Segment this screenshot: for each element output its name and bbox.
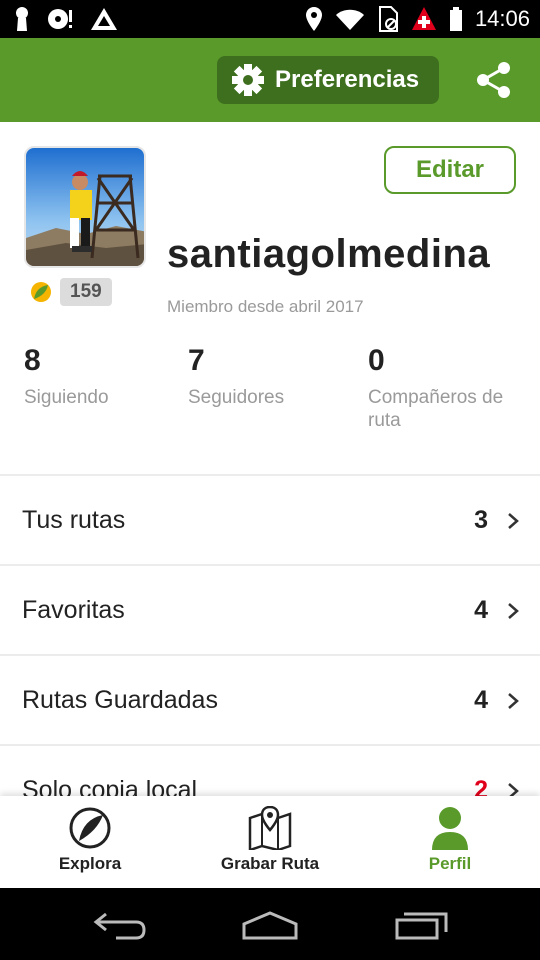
list-item-label: Tus rutas [22,506,126,534]
mountain-logo-icon [91,8,117,30]
clock-time: 14:06 [474,6,530,31]
username: santiagolmedina [167,232,491,276]
chevron-right-icon [508,693,519,709]
list-item-count: 3 [474,506,488,534]
stat-companions[interactable]: 0 Compañeros de ruta [368,344,528,432]
keyhole-icon [16,7,28,31]
nav-label: Explora [58,854,122,873]
edit-button[interactable]: Editar [384,146,516,194]
nav-grabar-ruta[interactable]: Grabar Ruta [180,806,360,874]
wikiloc-leaf-icon [31,282,51,302]
list-item-count: 4 [474,596,488,624]
chevron-right-icon [508,513,519,529]
status-bar: 14:06 [0,0,540,38]
nav-label: Grabar Ruta [220,854,320,873]
map-pin-icon [248,806,292,850]
list-item-count: 4 [474,686,488,714]
nav-perfil[interactable]: Perfil [360,806,540,874]
stat-followers[interactable]: 7 Seguidores [188,344,284,409]
badge-row: 159 [30,278,112,306]
location-pin-icon [305,7,322,31]
recents-icon[interactable] [394,910,450,940]
stat-label: Compañeros de ruta [368,387,504,431]
nav-label: Perfil [428,854,472,873]
stat-value: 0 [368,344,385,377]
wifi-icon [335,9,364,30]
preferences-button[interactable]: Preferencias [217,56,439,104]
stat-following[interactable]: 8 Siguiendo [24,344,109,409]
wikiloc-logo-icon [69,807,111,849]
member-since: Miembro desde abril 2017 [167,297,364,316]
gear-icon [232,64,264,96]
nav-explora[interactable]: Explora [0,806,180,874]
badge-count: 159 [60,278,112,306]
share-icon[interactable] [474,60,514,100]
system-nav-bar [0,888,540,960]
battery-icon [449,7,462,31]
list-item-label: Rutas Guardadas [22,686,218,714]
preferences-label: Preferencias [275,66,420,93]
disc-alert-icon [48,9,72,29]
stat-value: 7 [188,344,205,377]
stat-value: 8 [24,344,41,377]
home-icon[interactable] [241,910,299,940]
profile-list: Tus rutas 3 Favoritas 4 Rutas Guardadas … [0,474,540,834]
back-icon[interactable] [92,910,148,940]
sim-card-icon [378,6,398,32]
avatar-photo [26,148,144,266]
swiss-flag-icon [411,7,436,30]
person-icon [432,807,468,850]
bottom-nav: Explora Grabar Ruta Perfil [0,796,540,888]
list-item-tus-rutas[interactable]: Tus rutas 3 [0,474,540,564]
list-item-rutas-guardadas[interactable]: Rutas Guardadas 4 [0,654,540,744]
stat-label: Siguiendo [24,387,109,408]
app-bar: Preferencias [0,38,540,122]
list-item-label: Favoritas [22,596,125,624]
stat-label: Seguidores [188,387,285,408]
chevron-right-icon [508,603,519,619]
list-item-favoritas[interactable]: Favoritas 4 [0,564,540,654]
avatar[interactable] [24,146,146,268]
